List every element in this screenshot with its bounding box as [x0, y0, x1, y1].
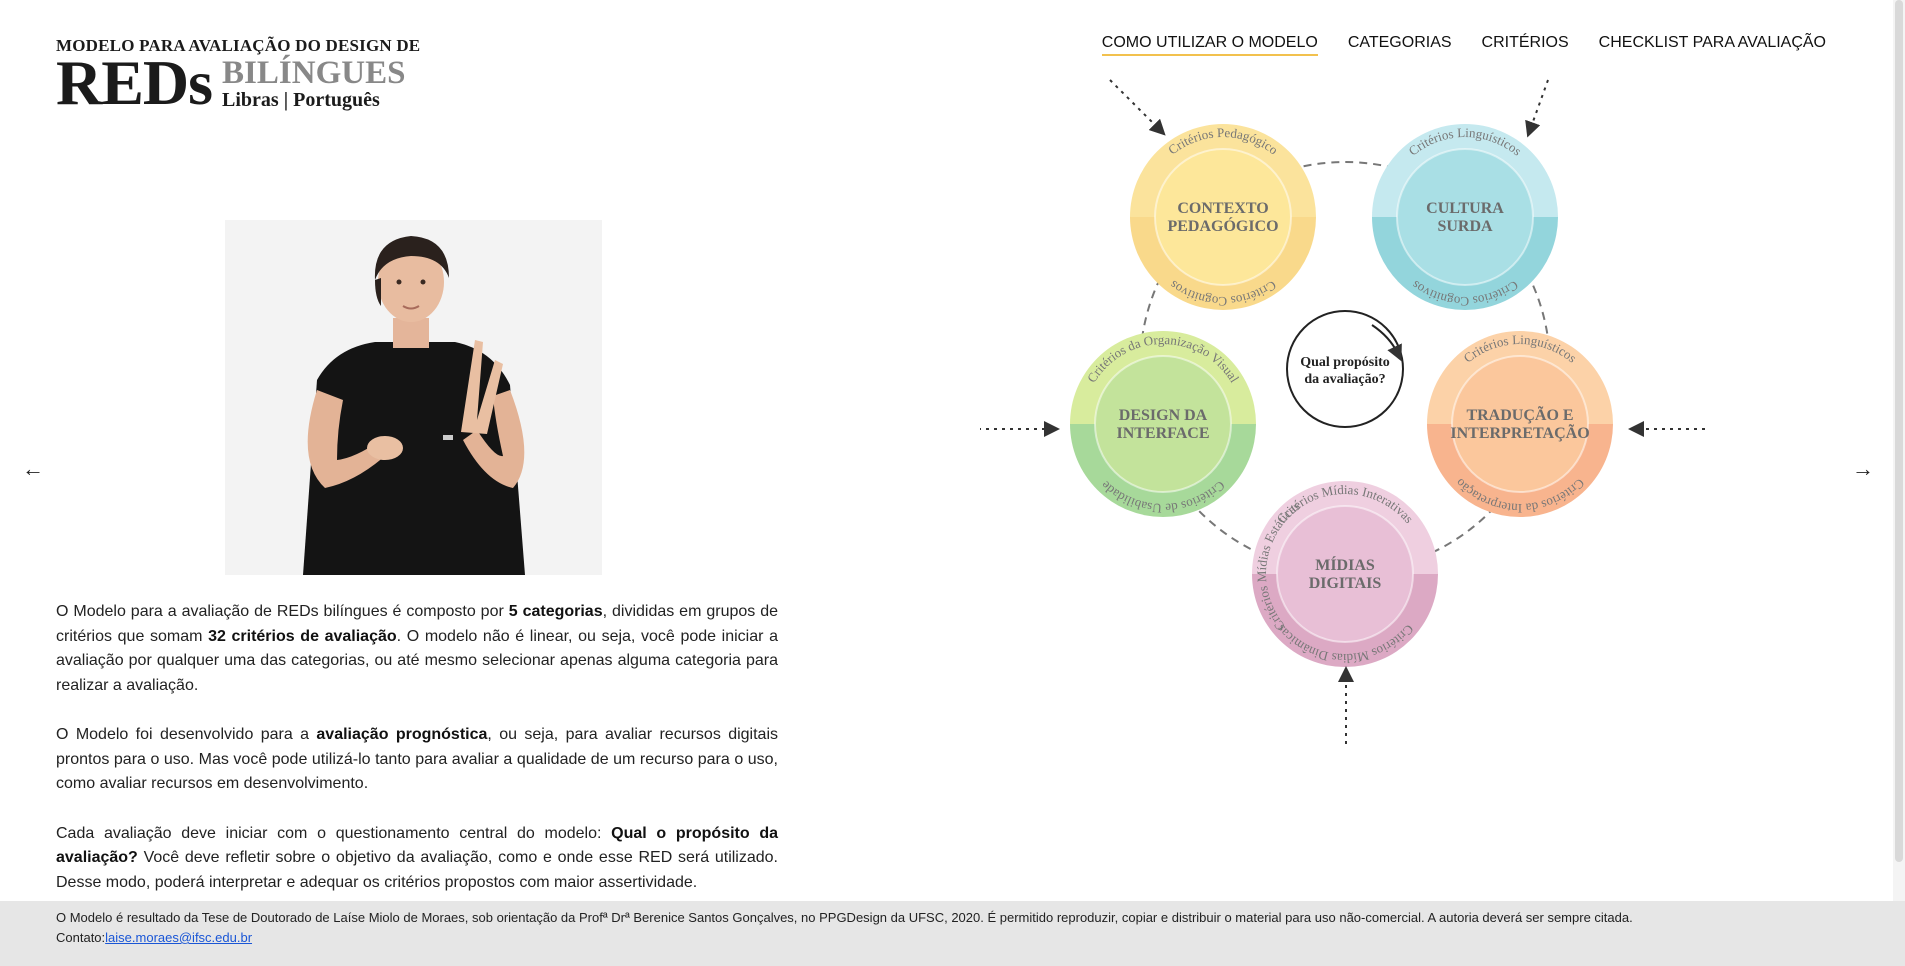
intro-paragraph-2: O Modelo foi desenvolvido para a avaliaç… [56, 726, 779, 792]
category-design-interface[interactable]: Critérios da Organização VisualCritérios… [1070, 331, 1256, 517]
libras-video[interactable] [225, 220, 602, 575]
footer-text: O Modelo é resultado da Tese de Doutorad… [56, 910, 1633, 945]
category-name-line: MÍDIAS [1315, 555, 1375, 574]
category-name-line: PEDAGÓGICO [1167, 216, 1278, 235]
logo-bilingues: BILÍNGUES [222, 55, 406, 91]
signer-illustration [225, 220, 602, 575]
intro-paragraph-1: O Modelo para a avaliação de REDs bilíng… [56, 603, 778, 694]
scrollbar-thumb[interactable] [1895, 0, 1903, 862]
nav-categorias[interactable]: CATEGORIAS [1348, 34, 1452, 56]
category-name-line: CULTURA [1426, 200, 1504, 217]
category-name-line: INTERFACE [1116, 425, 1209, 442]
category-midias-digitais[interactable]: Critérios Mídias InterativasCritérios Mí… [1252, 481, 1438, 667]
central-question: Qual propósito da avaliação? [1286, 310, 1404, 428]
category-name-line: DIGITAIS [1309, 575, 1382, 592]
nav-checklist[interactable]: CHECKLIST PARA AVALIAÇÃO [1599, 34, 1826, 56]
page-scrollbar[interactable] [1893, 0, 1905, 901]
logo-languages: Libras | Português [222, 89, 380, 111]
main-nav: COMO UTILIZAR O MODELO CATEGORIAS CRITÉR… [1072, 34, 1826, 56]
model-diagram-svg: Critérios PedagógicoCritérios Cognitivos… [978, 79, 1705, 744]
category-name-line: DESIGN DA [1119, 407, 1208, 424]
intro-paragraph-3: Cada avaliação deve iniciar com o questi… [56, 824, 779, 891]
category-traducao-interpretacao[interactable]: Critérios LinguísticosCritérios da Inter… [1427, 331, 1613, 517]
category-name-line: CONTEXTO [1177, 200, 1268, 217]
category-name-line: TRADUÇÃO E [1466, 405, 1573, 424]
intro-text: O Modelo para a avaliação de REDs bilíng… [56, 600, 778, 920]
footer: O Modelo é resultado da Tese de Doutorad… [0, 901, 1905, 966]
central-question-line-1: Qual propósito [1300, 355, 1390, 370]
nav-criterios[interactable]: CRITÉRIOS [1482, 34, 1569, 56]
logo-reds: REDs [56, 47, 213, 118]
site-logo[interactable]: MODELO PARA AVALIAÇÃO DO DESIGN DE REDs … [56, 36, 420, 118]
category-name-line: SURDA [1437, 218, 1493, 235]
category-contexto-pedagogico[interactable]: Critérios PedagógicoCritérios Cognitivos… [1130, 124, 1316, 310]
central-question-line-2: da avaliação? [1304, 372, 1385, 387]
category-cultura-surda[interactable]: Critérios LinguísticosCritérios Cognitiv… [1372, 124, 1558, 310]
contact-email-link[interactable]: laise.moraes@ifsc.edu.br [105, 930, 252, 945]
carousel-next-arrow-right-icon[interactable]: → [1852, 456, 1874, 482]
nav-como-utilizar[interactable]: COMO UTILIZAR O MODELO [1101, 34, 1318, 56]
model-diagram: Critérios Pedagógico Critérios Cognitivos… [978, 72, 1720, 752]
category-name-line: INTERPRETAÇÃO [1450, 423, 1589, 442]
carousel-prev-arrow-left-icon[interactable]: ← [22, 456, 44, 482]
